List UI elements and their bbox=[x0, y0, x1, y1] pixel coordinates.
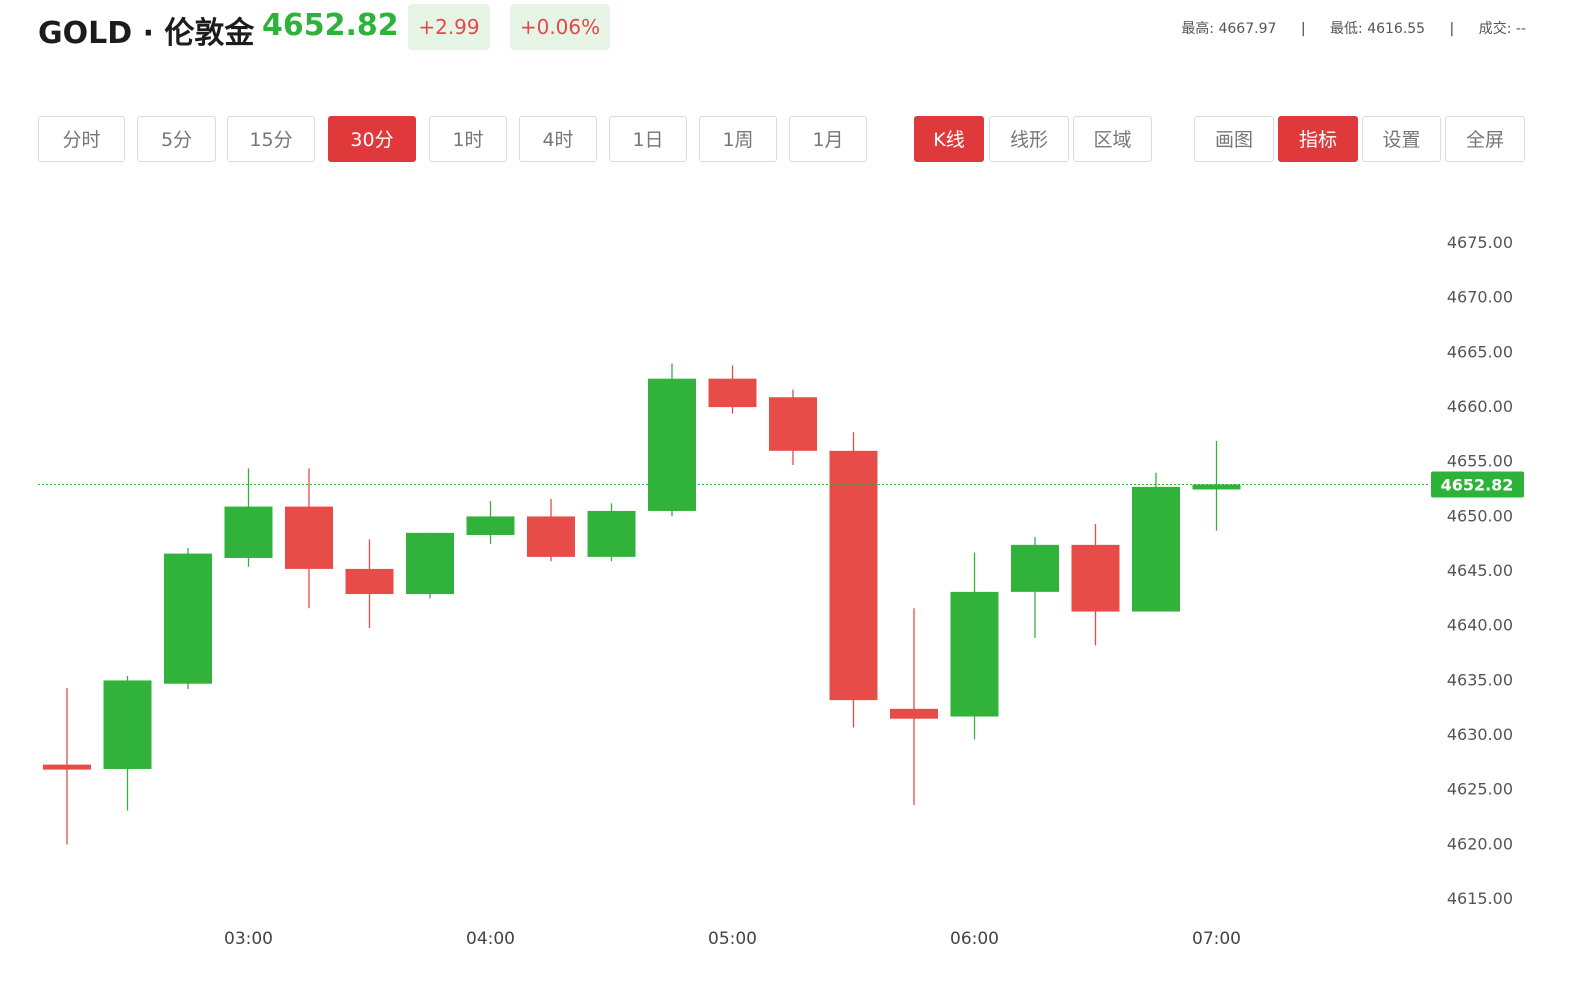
indicators-button[interactable]: 指标 bbox=[1278, 116, 1358, 162]
high-value: 4667.97 bbox=[1218, 21, 1277, 37]
candle-body bbox=[648, 378, 696, 511]
candle-body bbox=[890, 708, 938, 719]
candle-body bbox=[1011, 544, 1059, 592]
chart-toolbar: 分时 5分 15分 30分 1时 4时 1日 1周 1月 K线 线形 区域 画图… bbox=[0, 116, 1596, 164]
candle-body bbox=[829, 450, 878, 701]
y-tick-label: 4645.00 bbox=[1447, 561, 1513, 580]
candle-body bbox=[587, 510, 636, 557]
y-tick-label: 4650.00 bbox=[1447, 506, 1513, 525]
candle-body bbox=[224, 506, 273, 558]
candle-body bbox=[1071, 544, 1120, 612]
y-tick-label: 4675.00 bbox=[1447, 233, 1513, 252]
candle-body bbox=[708, 378, 757, 408]
period-button-timeshare[interactable]: 分时 bbox=[38, 116, 125, 162]
stats-separator: | bbox=[1449, 21, 1455, 37]
candle-body bbox=[103, 680, 152, 769]
candlestick-chart[interactable]: 4675.00 4670.00 4665.00 4660.00 4655.00 4650.… bbox=[0, 170, 1596, 970]
candle-body bbox=[769, 397, 817, 451]
stats-separator: | bbox=[1300, 21, 1306, 37]
low-value: 4616.55 bbox=[1367, 21, 1426, 37]
period-button-15min[interactable]: 15分 bbox=[227, 116, 315, 162]
x-tick-label: 03:00 bbox=[224, 929, 273, 949]
candle-body bbox=[164, 553, 212, 684]
quote-stats: 最高: 4667.97 | 最低: 4616.55 | 成交: -- bbox=[1181, 18, 1526, 38]
y-tick-label: 4665.00 bbox=[1447, 342, 1513, 361]
period-button-5min[interactable]: 5分 bbox=[137, 116, 216, 162]
y-tick-label: 4655.00 bbox=[1447, 452, 1513, 471]
y-tick-label: 4615.00 bbox=[1447, 889, 1513, 908]
candle-body bbox=[285, 506, 333, 569]
symbol-title: GOLD · 伦敦金 bbox=[38, 16, 255, 51]
last-price-tag-label: 4652.82 bbox=[1441, 476, 1514, 495]
x-tick-label: 06:00 bbox=[950, 929, 999, 949]
low-label: 最低: bbox=[1330, 21, 1363, 37]
x-tick-label: 07:00 bbox=[1192, 929, 1241, 949]
volume-value: -- bbox=[1515, 21, 1526, 37]
y-tick-label: 4660.00 bbox=[1447, 397, 1513, 416]
period-button-1week[interactable]: 1周 bbox=[699, 116, 777, 162]
candle-body bbox=[43, 764, 91, 770]
y-tick-label: 4635.00 bbox=[1447, 670, 1513, 689]
y-tick-label: 4625.00 bbox=[1447, 780, 1513, 799]
y-tick-label: 4630.00 bbox=[1447, 725, 1513, 744]
period-button-4hour[interactable]: 4时 bbox=[519, 116, 597, 162]
period-button-1hour[interactable]: 1时 bbox=[429, 116, 507, 162]
y-tick-label: 4620.00 bbox=[1447, 834, 1513, 853]
price-change-percent-badge: +0.06% bbox=[510, 4, 610, 50]
settings-button[interactable]: 设置 bbox=[1362, 116, 1441, 162]
period-button-1day[interactable]: 1日 bbox=[609, 116, 687, 162]
period-button-30min[interactable]: 30分 bbox=[328, 116, 416, 162]
candle-body bbox=[466, 516, 515, 536]
y-tick-label: 4670.00 bbox=[1447, 288, 1513, 307]
x-tick-label: 04:00 bbox=[466, 929, 515, 949]
candle-body bbox=[1192, 484, 1241, 490]
draw-tool-button[interactable]: 画图 bbox=[1194, 116, 1274, 162]
y-tick-label: 4640.00 bbox=[1447, 616, 1513, 635]
quote-header: GOLD · 伦敦金 4652.82 +2.99 +0.06% 最高: 4667… bbox=[0, 0, 1596, 60]
fullscreen-button[interactable]: 全屏 bbox=[1445, 116, 1525, 162]
volume-label: 成交: bbox=[1478, 21, 1512, 37]
candle-body bbox=[406, 532, 454, 595]
last-price: 4652.82 bbox=[262, 8, 399, 43]
candle-body bbox=[527, 516, 575, 557]
candle-body bbox=[950, 591, 999, 717]
candle-body bbox=[345, 568, 394, 595]
chart-type-button-candlestick[interactable]: K线 bbox=[914, 116, 984, 162]
price-change-badge: +2.99 bbox=[408, 4, 490, 50]
chart-type-button-line[interactable]: 线形 bbox=[989, 116, 1069, 162]
chart-type-button-area[interactable]: 区域 bbox=[1073, 116, 1152, 162]
high-label: 最高: bbox=[1181, 21, 1215, 37]
x-tick-label: 05:00 bbox=[708, 929, 757, 949]
period-button-1month[interactable]: 1月 bbox=[789, 116, 867, 162]
candle-body bbox=[1132, 486, 1180, 612]
